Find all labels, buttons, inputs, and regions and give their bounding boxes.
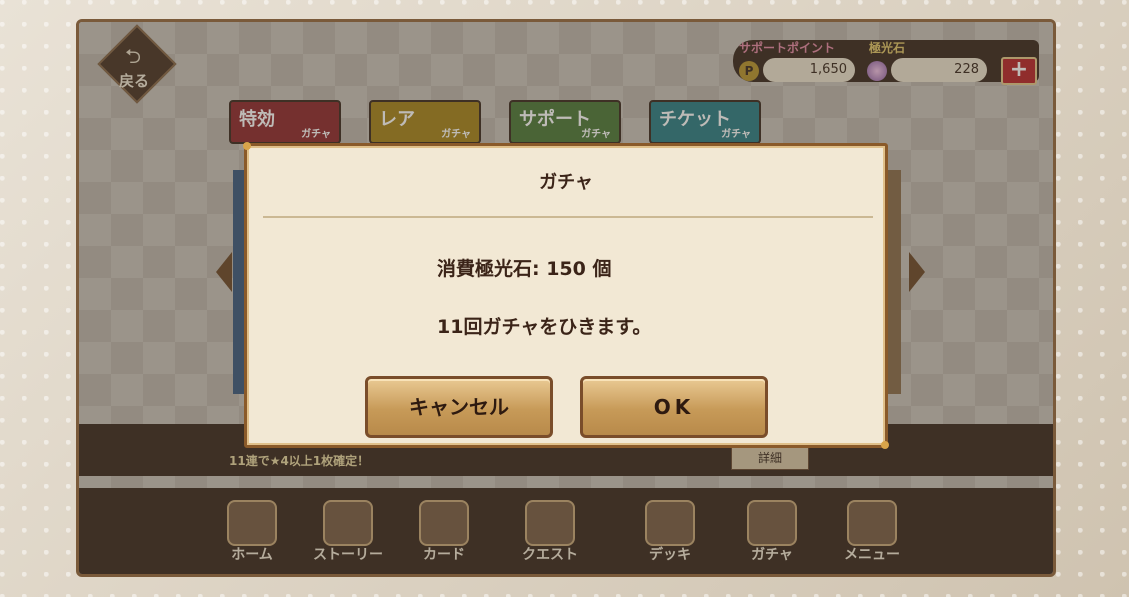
draw-count-text: 11回ガチャをひきます。 [437, 316, 652, 338]
corner-ornament [881, 441, 889, 449]
dialog-title: ガチャ [539, 172, 593, 193]
dialog-divider [263, 216, 873, 218]
cancel-button[interactable]: キャンセル [365, 376, 553, 438]
ok-button[interactable]: OK [580, 376, 768, 438]
corner-ornament [243, 142, 251, 150]
gacha-confirm-dialog: ガチャ 消費極光石: 150 個 11回ガチャをひきます。 キャンセル OK [243, 142, 889, 449]
cost-text: 消費極光石: 150 個 [437, 258, 612, 280]
